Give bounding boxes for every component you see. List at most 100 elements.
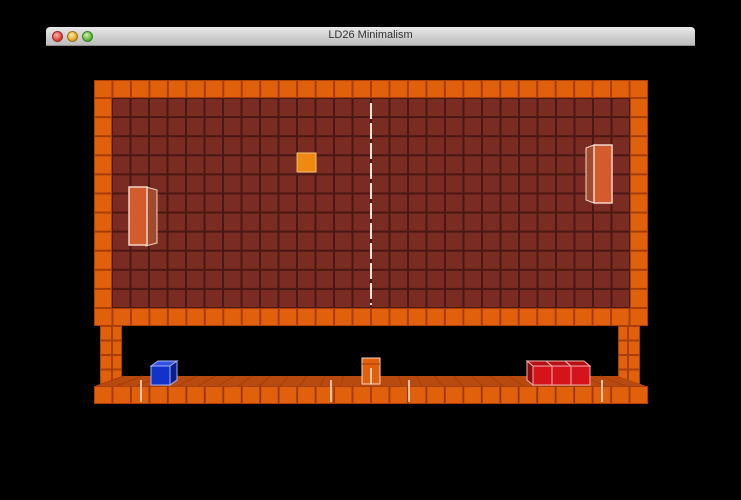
frame-bottom-brick	[518, 308, 538, 326]
frame-top-brick	[186, 80, 205, 98]
wall-tile	[205, 289, 222, 307]
wall-tile	[501, 118, 518, 136]
frame-bottom-brick	[112, 308, 131, 326]
frame-top-brick	[223, 80, 242, 98]
floor-brick	[407, 386, 427, 404]
left-pillar-brick	[112, 326, 122, 341]
wall-tile	[279, 194, 296, 212]
wall-tile	[187, 156, 204, 174]
wall-tile	[520, 99, 537, 117]
wall-tile	[409, 213, 426, 231]
wall-tile	[205, 175, 222, 193]
wall-tile	[168, 251, 185, 269]
wall-tile	[390, 232, 407, 250]
wall-tile	[316, 137, 333, 155]
floor-brick	[518, 386, 538, 404]
wall-tile	[390, 213, 407, 231]
wall-tile	[594, 213, 611, 231]
wall-tile	[483, 99, 500, 117]
wall-tile	[353, 118, 370, 136]
wall-tile	[464, 137, 481, 155]
wall-tile	[520, 213, 537, 231]
wall-tile	[538, 289, 555, 307]
floor-brick	[223, 386, 242, 404]
wall-tile	[298, 289, 315, 307]
wall-tile	[612, 213, 629, 231]
wall-tile	[446, 175, 463, 193]
wall-tile	[427, 232, 444, 250]
wall-tile	[150, 137, 167, 155]
frame-top-brick	[444, 80, 464, 98]
wall-tile	[279, 156, 296, 174]
frame-top-brick	[352, 80, 371, 98]
enemy-block	[570, 365, 591, 386]
wall-tile	[501, 213, 518, 231]
wall-tile	[279, 175, 296, 193]
wall-tile	[298, 194, 315, 212]
wall-tile	[205, 270, 222, 288]
wall-tile	[538, 251, 555, 269]
wall-tile	[501, 232, 518, 250]
floor-brick	[167, 386, 187, 404]
wall-tile	[372, 251, 389, 269]
floor-brick	[444, 386, 464, 404]
frame-top-brick	[592, 80, 612, 98]
wall-tile	[501, 137, 518, 155]
wall-tile	[409, 194, 426, 212]
wall-tile	[113, 270, 130, 288]
frame-left-brick	[94, 231, 112, 251]
wall-tile	[335, 137, 352, 155]
wall-tile	[538, 156, 555, 174]
floor-brick	[463, 386, 482, 404]
wall-tile	[187, 213, 204, 231]
wall-tile	[557, 137, 574, 155]
wall-tile	[501, 156, 518, 174]
wall-tile	[168, 99, 185, 117]
wall-tile	[335, 194, 352, 212]
frame-bottom-brick	[592, 308, 612, 326]
floor-brick	[297, 386, 316, 404]
wall-tile	[205, 232, 222, 250]
wall-tile	[224, 99, 241, 117]
wall-tile	[612, 270, 629, 288]
frame-bottom-brick	[260, 308, 279, 326]
wall-tile	[612, 137, 629, 155]
wall-tile	[501, 175, 518, 193]
wall-tile	[187, 137, 204, 155]
frame-top-brick	[149, 80, 168, 98]
wall-tile	[261, 213, 278, 231]
wall-tile	[612, 175, 629, 193]
wall-tile	[224, 289, 241, 307]
wall-tile	[390, 194, 407, 212]
left-paddle	[128, 186, 148, 246]
wall-tile	[372, 99, 389, 117]
wall-tile	[446, 156, 463, 174]
wall-tile	[575, 289, 592, 307]
wall-tile	[150, 251, 167, 269]
frame-bottom-brick	[334, 308, 353, 326]
frame-right-brick	[630, 212, 648, 232]
left-pillar-brick	[100, 326, 112, 341]
floor-brick	[130, 386, 150, 404]
frame-left-brick	[94, 212, 112, 232]
wall-tile	[612, 289, 629, 307]
wall-tile	[224, 118, 241, 136]
wall-tile	[187, 99, 204, 117]
wall-tile	[279, 213, 296, 231]
wall-tile	[279, 270, 296, 288]
floor-brick	[186, 386, 205, 404]
wall-tile	[298, 99, 315, 117]
wall-tile	[538, 99, 555, 117]
wall-tile	[390, 99, 407, 117]
game-canvas[interactable]	[0, 0, 741, 500]
wall-tile	[261, 251, 278, 269]
wall-tile	[520, 137, 537, 155]
frame-bottom-brick	[463, 308, 482, 326]
frame-top-brick	[537, 80, 556, 98]
wall-tile	[483, 194, 500, 212]
wall-tile	[409, 137, 426, 155]
wall-tile	[372, 175, 389, 193]
wall-tile	[557, 118, 574, 136]
wall-tile	[261, 175, 278, 193]
floor-brick	[481, 386, 501, 404]
